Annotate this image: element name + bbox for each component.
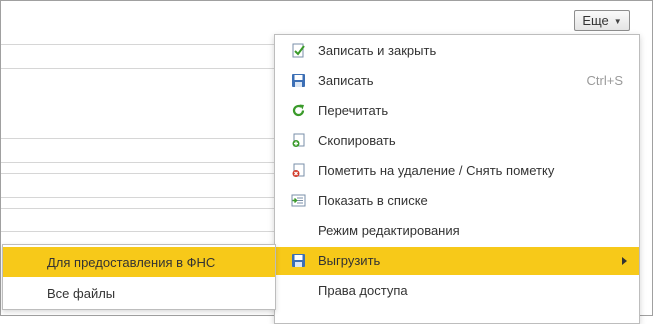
submenu-arrow-icon [622,257,627,265]
more-button-label: Еще [582,13,609,28]
menu-item-label: Перечитать [318,103,389,118]
menu-item-export[interactable]: Выгрузить [275,247,639,275]
form-field-line [1,231,281,232]
floppy-disk-icon [291,73,306,88]
form-field-line [1,162,281,163]
menu-item-reread[interactable]: Перечитать [275,97,639,125]
chevron-down-icon: ▼ [613,17,622,26]
delete-mark-icon [291,163,306,178]
form-field-line [1,208,281,209]
copy-icon [291,133,306,148]
form-field-line [1,44,281,45]
submenu-item-label: Для предоставления в ФНС [47,255,216,270]
menu-item-label: Пометить на удаление / Снять пометку [318,163,555,178]
menu-item-shortcut: Ctrl+S [586,73,623,88]
menu-item-edit-mode[interactable]: Режим редактирования [275,217,639,245]
submenu-item-all-files[interactable]: Все файлы [3,278,275,308]
submenu-item-fns[interactable]: Для предоставления в ФНС [3,247,275,277]
menu-item-save[interactable]: Записать Ctrl+S [275,67,639,95]
submenu-item-label: Все файлы [47,286,116,301]
form-field-line [1,138,281,139]
menu-item-access-rights[interactable]: Права доступа [275,277,639,305]
show-in-list-icon [291,193,306,208]
menu-item-label: Записать и закрыть [318,43,437,58]
refresh-icon [291,103,306,118]
export-submenu: Для предоставления в ФНС Все файлы [2,244,276,310]
menu-item-save-and-close[interactable]: Записать и закрыть [275,37,639,65]
form-field-line [1,197,281,198]
actions-menu: Записать и закрыть Записать Ctrl+S Переч… [274,34,640,324]
menu-item-label: Скопировать [318,133,396,148]
save-and-close-icon [291,43,306,58]
menu-item-label: Выгрузить [318,253,381,268]
form-field-line [1,68,281,69]
menu-item-label: Показать в списке [318,193,428,208]
export-disk-icon [291,253,306,268]
menu-item-label: Записать [318,73,374,88]
menu-item-mark-delete[interactable]: Пометить на удаление / Снять пометку [275,157,639,185]
more-button[interactable]: Еще ▼ [574,10,630,31]
form-field-line [1,173,281,174]
menu-item-copy[interactable]: Скопировать [275,127,639,155]
menu-item-label: Права доступа [318,283,408,298]
menu-item-label: Режим редактирования [318,223,460,238]
menu-item-show-in-list[interactable]: Показать в списке [275,187,639,215]
